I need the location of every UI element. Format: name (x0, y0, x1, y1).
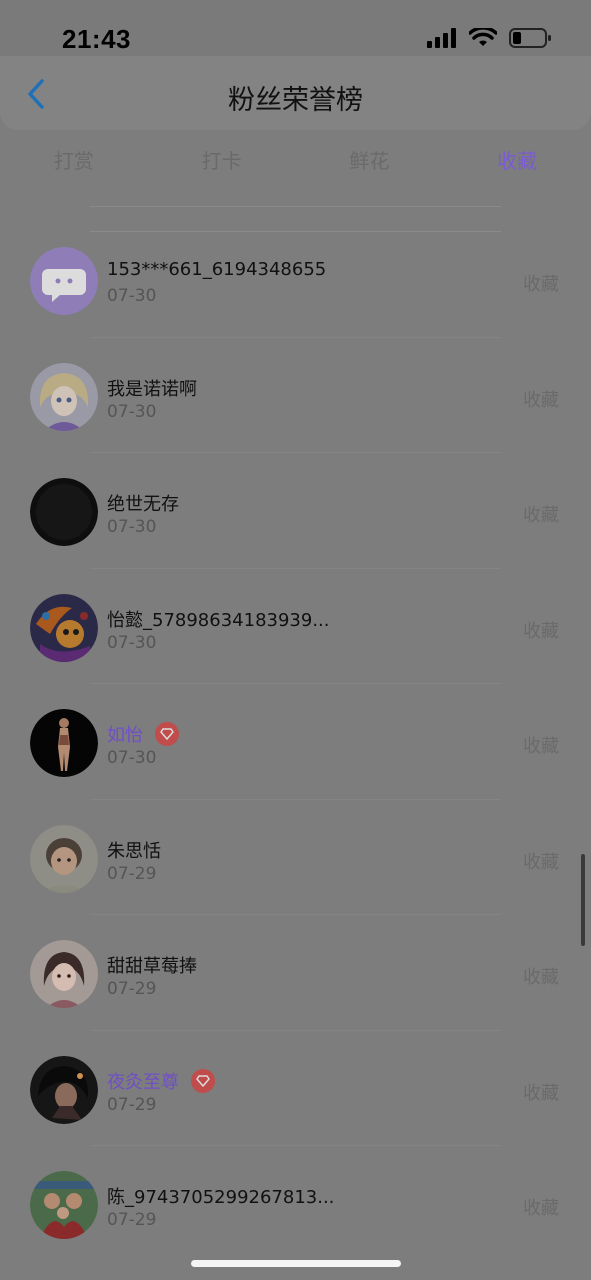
home-indicator[interactable] (191, 1260, 401, 1267)
list-item[interactable]: 陈_9743705299267813... 07-29 收藏 (0, 1146, 591, 1262)
fan-list: 153***661_6194348655 07-30 收藏 我是诺诺啊 07-3… (0, 222, 591, 1262)
avatar (30, 709, 98, 777)
fan-name-text: 绝世无存 (107, 494, 179, 515)
fan-date: 07-30 (107, 517, 157, 537)
fan-name-text: 夜灸至尊 (107, 1071, 179, 1093)
diamond-icon (160, 728, 174, 740)
status-bar: 21:43 (0, 0, 591, 56)
diamond-icon (196, 1074, 210, 1087)
list-item[interactable]: 甜甜草莓捧 07-29 收藏 (0, 915, 591, 1031)
page-title: 粉丝荣誉榜 (228, 85, 363, 116)
fan-name: 绝世无存 (107, 490, 179, 516)
avatar (30, 247, 98, 315)
fan-date: 07-30 (107, 632, 157, 653)
favorite-action: 收藏 (523, 505, 559, 526)
favorite-action: 收藏 (523, 1198, 559, 1219)
list-item[interactable]: 153***661_6194348655 07-30 收藏 (0, 222, 591, 338)
scrollbar[interactable] (581, 854, 585, 946)
tab-flowers[interactable]: 鲜花 (296, 138, 444, 184)
list-item[interactable]: 朱思恬 07-29 收藏 (0, 800, 591, 915)
chat-bubble-avatar-icon (30, 247, 98, 315)
fan-name: 朱思恬 (107, 837, 161, 863)
avatar (30, 593, 98, 662)
battery-icon (509, 28, 551, 48)
favorite-action: 收藏 (523, 736, 559, 757)
favorite-action: 收藏 (523, 274, 559, 295)
fan-name: 153***661_6194348655 (107, 259, 326, 280)
fan-name-text: 陈_9743705299267813... (107, 1187, 335, 1208)
anime-girl-avatar-icon (30, 362, 98, 431)
avatar (30, 940, 98, 1008)
fan-date: 07-30 (107, 401, 157, 422)
fan-date: 07-30 (107, 286, 157, 306)
tab-favorites[interactable]: 收藏 (443, 138, 591, 184)
fan-name: 陈_9743705299267813... (107, 1183, 334, 1209)
fan-name: 夜灸至尊 (107, 1068, 215, 1094)
list-item[interactable]: 我是诺诺啊 07-30 收藏 (0, 338, 591, 453)
fan-name: 我是诺诺啊 (107, 375, 197, 401)
list-item[interactable]: 绝世无存 07-30 收藏 (0, 453, 591, 569)
status-time: 21:43 (62, 24, 131, 54)
vip-badge (191, 1068, 215, 1093)
list-item[interactable]: 夜灸至尊 07-29 收藏 (0, 1031, 591, 1146)
list-item[interactable]: 怡懿_57898634183939... 07-30 收藏 (0, 569, 591, 684)
family-photo-avatar-icon (30, 1171, 98, 1239)
favorite-action: 收藏 (523, 1082, 559, 1104)
avatar (30, 1055, 98, 1124)
divider (90, 206, 501, 207)
child-photo-avatar-icon (30, 824, 98, 893)
fan-date: 07-29 (107, 863, 157, 884)
signal-icon (427, 28, 456, 48)
fan-name-text: 甜甜草莓捧 (107, 956, 197, 977)
wifi-icon (469, 28, 497, 46)
fan-name-text: 如怡 (107, 725, 143, 746)
black-avatar-icon (30, 478, 98, 546)
illustrated-girl-avatar-icon (30, 940, 98, 1008)
avatar (30, 1171, 98, 1239)
vip-badge (155, 722, 179, 746)
status-icons (427, 28, 551, 48)
fan-name-text: 怡懿_57898634183939... (107, 609, 330, 631)
fan-date: 07-29 (107, 1210, 157, 1230)
favorite-action: 收藏 (523, 851, 559, 873)
tab-checkin[interactable]: 打卡 (148, 138, 296, 184)
figure-avatar-icon (30, 709, 98, 777)
dark-anime-avatar-icon (30, 1055, 98, 1124)
header: 粉丝荣誉榜 (0, 56, 591, 130)
favorite-action: 收藏 (523, 620, 559, 642)
fan-name: 甜甜草莓捧 (107, 952, 197, 978)
fan-date: 07-30 (107, 748, 157, 768)
favorite-action: 收藏 (523, 389, 559, 411)
fan-date: 07-29 (107, 979, 157, 999)
fan-name: 怡懿_57898634183939... (107, 606, 330, 632)
fan-name-text: 我是诺诺啊 (107, 378, 197, 400)
favorite-action: 收藏 (523, 967, 559, 988)
tab-tip[interactable]: 打赏 (0, 138, 148, 184)
fan-name: 如怡 (107, 721, 179, 747)
fan-name-text: 153***661_6194348655 (107, 259, 327, 280)
list-item[interactable]: 如怡 07-30 收藏 (0, 684, 591, 800)
fan-date: 07-29 (107, 1094, 157, 1115)
avatar (30, 362, 98, 431)
fan-name-text: 朱思恬 (107, 840, 161, 862)
colorful-avatar-icon (30, 593, 98, 662)
avatar (30, 824, 98, 893)
avatar (30, 478, 98, 546)
tab-bar: 打赏 打卡 鲜花 收藏 (0, 138, 591, 184)
